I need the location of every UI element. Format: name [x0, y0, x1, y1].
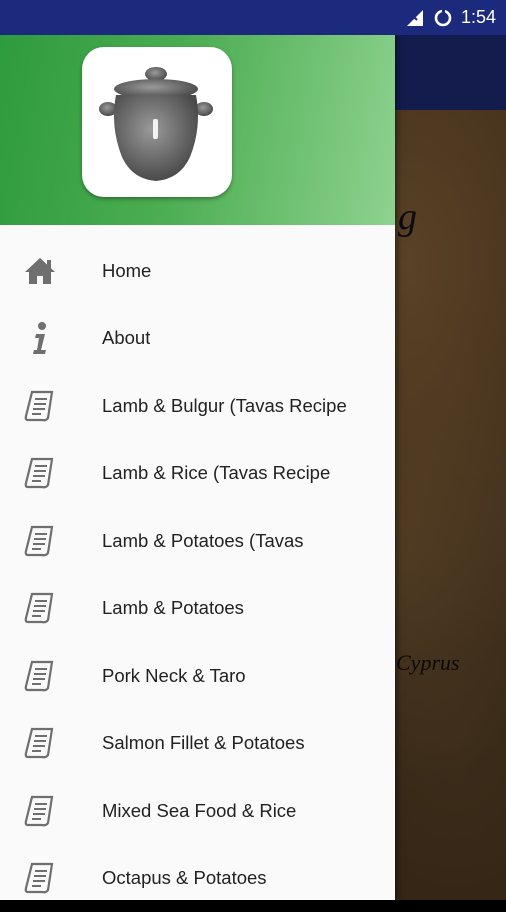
recipe-scroll-icon: [22, 388, 58, 424]
menu-item-label: Lamb & Rice (Tavas Recipe: [102, 462, 330, 484]
home-icon: [22, 253, 58, 289]
menu-item-label: Mixed Sea Food & Rice: [102, 800, 296, 822]
app-logo: [82, 47, 232, 197]
menu-item-recipe[interactable]: Octapus & Potatoes: [0, 845, 395, 912]
clay-pot-icon: [92, 57, 222, 187]
menu-item-label: About: [102, 327, 150, 349]
menu-item-about[interactable]: About: [0, 305, 395, 373]
signal-icon: [405, 8, 425, 28]
menu-item-label: Lamb & Bulgur (Tavas Recipe: [102, 395, 347, 417]
menu-item-recipe[interactable]: Mixed Sea Food & Rice: [0, 777, 395, 845]
drawer-menu: Home About Lamb & Bulgur: [0, 237, 395, 912]
hero-title-partial: g: [398, 195, 417, 239]
drawer-header: [0, 35, 395, 225]
menu-item-recipe[interactable]: Lamb & Potatoes: [0, 575, 395, 643]
recipe-scroll-icon: [22, 658, 58, 694]
menu-item-recipe[interactable]: Lamb & Bulgur (Tavas Recipe: [0, 372, 395, 440]
menu-item-home[interactable]: Home: [0, 237, 395, 305]
menu-item-label: Lamb & Potatoes: [102, 597, 244, 619]
recipe-scroll-icon: [22, 590, 58, 626]
menu-item-recipe[interactable]: Salmon Fillet & Potatoes: [0, 710, 395, 778]
menu-item-label: Octapus & Potatoes: [102, 867, 267, 889]
battery-icon: [433, 8, 453, 28]
menu-item-label: Salmon Fillet & Potatoes: [102, 732, 305, 754]
status-time: 1:54: [461, 7, 496, 28]
menu-item-recipe[interactable]: Lamb & Rice (Tavas Recipe: [0, 440, 395, 508]
recipe-scroll-icon: [22, 725, 58, 761]
menu-item-recipe[interactable]: Lamb & Potatoes (Tavas: [0, 507, 395, 575]
recipe-scroll-icon: [22, 860, 58, 896]
menu-item-recipe[interactable]: Pork Neck & Taro: [0, 642, 395, 710]
menu-item-label: Home: [102, 260, 151, 282]
status-bar: 1:54: [0, 0, 506, 35]
menu-item-label: Lamb & Potatoes (Tavas: [102, 530, 304, 552]
recipe-scroll-icon: [22, 455, 58, 491]
recipe-scroll-icon: [22, 793, 58, 829]
menu-item-label: Pork Neck & Taro: [102, 665, 246, 687]
info-icon: [22, 320, 58, 356]
recipe-scroll-icon: [22, 523, 58, 559]
navigation-drawer: Home About Lamb & Bulgur: [0, 35, 395, 900]
hero-caption-partial: Cyprus: [396, 650, 460, 676]
